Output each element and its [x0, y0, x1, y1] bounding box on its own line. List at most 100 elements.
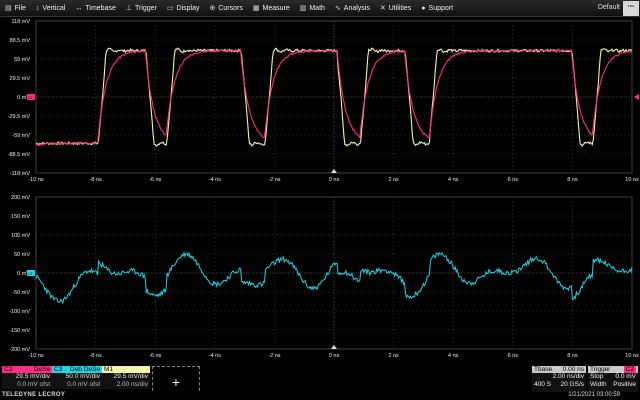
menu-math[interactable]: ▥ Math [295, 0, 330, 17]
menu-trigger[interactable]: ⊥ Trigger [121, 0, 162, 17]
bottom-x-tick-label: -8 ns [89, 353, 101, 359]
c3-tag: Deb DeSe [70, 366, 100, 373]
menu-file[interactable]: ▤ File [0, 0, 31, 17]
bottom-marker-label: C3 [28, 272, 33, 276]
menu-measure[interactable]: ▦ Measure [248, 0, 295, 17]
m1-name: M1 [104, 366, 114, 373]
bottom-x-tick-label: -4 ns [209, 353, 221, 359]
menu-label: Support [428, 4, 454, 12]
math-icon: ▥ [299, 5, 307, 12]
m1-vdiv: 29.5 mV/div [102, 373, 150, 381]
c3-offset: 0.0 mV ofst [52, 381, 102, 389]
trigger-mode: Stop [590, 373, 604, 380]
menu-label: Timebase [85, 4, 116, 12]
timebase-tdiv: 2.00 ns/div [552, 373, 584, 380]
bottom-x-tick-label: -6 ns [149, 353, 161, 359]
bottom-x-tick-label: 0 ns [329, 353, 340, 359]
bottom-y-tick-label: 50 mV [14, 252, 30, 258]
top-x-tick-label: 2 ns [388, 177, 399, 183]
menu-label: File [14, 4, 26, 12]
top-y-tick-label: -59 mV [12, 133, 30, 139]
trigger-slope: Positive [613, 381, 636, 388]
timebase-delay: 0.00 ns [562, 366, 584, 373]
top-x-tick-label: 8 ns [567, 177, 578, 183]
c2-name: C2 [4, 366, 13, 373]
menu-cursors[interactable]: ⊕ Cursors [204, 0, 247, 17]
logo-button[interactable]: Leo [623, 1, 639, 16]
utilities-icon: ✕ [379, 5, 386, 12]
c3-name: C3 [54, 366, 63, 373]
trigger-tag: C2 [623, 366, 636, 373]
top-grid: 118 mV88.5 mV59 mV29.5 mV0 mV-29.5 mV-59… [8, 19, 639, 183]
top-y-tick-label: -29.5 mV [8, 114, 31, 120]
menu-label: Vertical [42, 4, 66, 12]
c3-vdiv: 50.0 mV/div [52, 373, 102, 381]
menu-label: Utilities [388, 4, 412, 12]
menu-label: Display [176, 4, 200, 12]
menu-analysis[interactable]: ∿ Analysis [330, 0, 375, 17]
status-bar: TELEDYNE LECROY 1/21/2021 03:00:59 [0, 392, 640, 400]
bottom-x-tick-label: -10 ns [28, 353, 44, 359]
menu-support[interactable]: ● Support [416, 0, 458, 17]
horizontal-arrows-icon: ↔ [75, 4, 83, 12]
top-y-tick-label: 29.5 mV [10, 76, 31, 82]
trigger-level-icon[interactable] [634, 94, 639, 100]
top-x-tick-label: -8 ns [89, 177, 101, 183]
bottom-y-tick-label: -50 mV [12, 290, 30, 296]
folder-icon: ▤ [5, 5, 12, 12]
top-y-tick-label: 118 mV [11, 19, 30, 25]
top-trigger-position-icon [331, 169, 337, 173]
menu-label: Trigger [134, 4, 157, 12]
trigger-type: Width [590, 381, 607, 388]
top-x-tick-label: -10 ns [28, 177, 44, 183]
menu-utilities[interactable]: ✕ Utilities [375, 0, 416, 17]
bottom-y-tick-label: -200 mV [9, 347, 30, 353]
bottom-x-tick-label: 4 ns [448, 353, 459, 359]
timebase-rate: 20 GS/s [560, 381, 584, 388]
c2-tag: DeSe [33, 366, 50, 373]
top-y-tick-label: 59 mV [14, 57, 30, 63]
datetime-label: 1/21/2021 03:00:59 [568, 392, 620, 398]
display-icon: ▭ [166, 5, 174, 12]
bottom-trigger-position-icon [331, 345, 337, 349]
support-icon: ● [421, 4, 426, 12]
trigger-level: 0.0 mV [615, 373, 636, 380]
c2-vdiv: 29.5 mV/div [2, 373, 52, 381]
trigger-title: Trigger [590, 366, 611, 373]
preset-label[interactable]: Default [598, 4, 620, 11]
menu-label: Cursors [218, 4, 243, 12]
top-x-tick-label: 0 ns [329, 177, 340, 183]
m1-tdiv: 2.00 ns/div [102, 381, 150, 389]
top-x-tick-label: -6 ns [149, 177, 161, 183]
trigger-icon: ⊥ [125, 5, 132, 12]
bottom-x-tick-label: -2 ns [268, 353, 280, 359]
top-y-tick-label: 88.5 mV [10, 38, 31, 44]
bottom-grid: 200 mV150 mV100 mV50 mV0 mV-50 mV-100 mV… [9, 195, 639, 359]
c2-offset: 0.0 mV ofst [2, 381, 52, 389]
timebase-title: Tbase [534, 366, 553, 373]
measure-icon: ▦ [252, 5, 260, 12]
vertical-arrows-icon: ↕ [35, 4, 40, 12]
scope-display: 118 mV88.5 mV59 mV29.5 mV0 mV-29.5 mV-59… [8, 19, 639, 359]
top-x-tick-label: -4 ns [209, 177, 221, 183]
bottom-x-tick-label: 2 ns [388, 353, 399, 359]
top-x-tick-label: -2 ns [268, 177, 280, 183]
bottom-y-tick-label: 150 mV [11, 214, 30, 220]
brand-label: TELEDYNE LECROY [2, 392, 66, 398]
top-x-tick-label: 10 ns [625, 177, 639, 183]
bottom-x-tick-label: 10 ns [625, 353, 639, 359]
bottom-y-tick-label: 100 mV [11, 233, 30, 239]
timebase-samples: 400 S [534, 381, 551, 388]
top-marker-label: C2 [28, 96, 33, 100]
top-y-tick-label: -88.5 mV [8, 152, 31, 158]
bottom-y-tick-label: 200 mV [11, 195, 30, 201]
menu-timebase[interactable]: ↔ Timebase [70, 0, 120, 17]
bottom-y-tick-label: -150 mV [9, 328, 30, 334]
bottom-y-tick-label: -100 mV [9, 309, 30, 315]
menu-vertical[interactable]: ↕ Vertical [31, 0, 70, 17]
menu-display[interactable]: ▭ Display [162, 0, 205, 17]
bottom-x-tick-label: 6 ns [508, 353, 519, 359]
menu-label: Math [309, 4, 325, 12]
top-y-tick-label: -118 mV [10, 171, 31, 177]
top-x-tick-label: 6 ns [508, 177, 519, 183]
